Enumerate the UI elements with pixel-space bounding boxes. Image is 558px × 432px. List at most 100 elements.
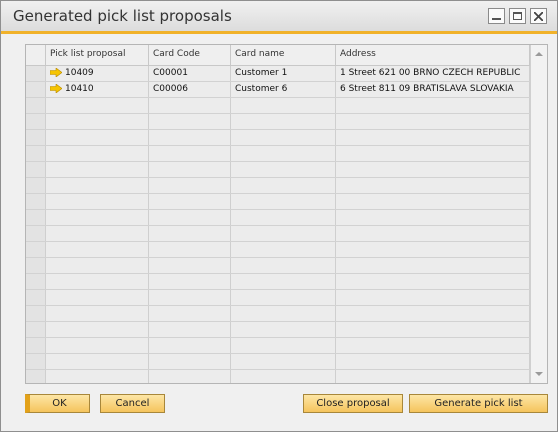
empty-table-row[interactable] xyxy=(26,322,530,338)
empty-cell[interactable] xyxy=(231,98,336,113)
empty-cell[interactable] xyxy=(149,226,231,241)
empty-cell[interactable] xyxy=(231,130,336,145)
empty-cell[interactable] xyxy=(149,114,231,129)
address-header[interactable]: Address xyxy=(336,45,530,65)
empty-cell[interactable] xyxy=(336,114,530,129)
scroll-down-icon[interactable] xyxy=(534,369,544,379)
empty-cell[interactable] xyxy=(46,338,149,353)
empty-cell[interactable] xyxy=(336,162,530,177)
empty-cell[interactable] xyxy=(46,130,149,145)
row-number-cell[interactable] xyxy=(26,258,46,273)
row-number-cell[interactable] xyxy=(26,306,46,321)
empty-cell[interactable] xyxy=(336,242,530,257)
link-arrow-icon[interactable] xyxy=(50,84,62,93)
empty-table-row[interactable] xyxy=(26,242,530,258)
vertical-scrollbar[interactable] xyxy=(530,45,547,383)
row-number-cell[interactable] xyxy=(26,242,46,257)
empty-cell[interactable] xyxy=(46,242,149,257)
row-number-cell[interactable] xyxy=(26,130,46,145)
minimize-icon[interactable] xyxy=(488,8,505,24)
empty-cell[interactable] xyxy=(336,146,530,161)
pick-list-proposal-cell[interactable]: 10409 xyxy=(46,66,149,81)
empty-cell[interactable] xyxy=(46,354,149,369)
cancel-button[interactable]: Cancel xyxy=(100,394,165,413)
close-icon[interactable] xyxy=(530,8,547,24)
row-number-cell[interactable] xyxy=(26,194,46,209)
scroll-up-icon[interactable] xyxy=(534,49,544,59)
empty-cell[interactable] xyxy=(149,162,231,177)
row-number-cell[interactable] xyxy=(26,66,46,81)
empty-cell[interactable] xyxy=(231,178,336,193)
empty-cell[interactable] xyxy=(231,290,336,305)
empty-table-row[interactable] xyxy=(26,370,530,383)
row-number-cell[interactable] xyxy=(26,114,46,129)
empty-cell[interactable] xyxy=(149,146,231,161)
table-row[interactable]: 10410 C00006 Customer 6 6 Street 811 09 … xyxy=(26,82,530,98)
row-number-cell[interactable] xyxy=(26,226,46,241)
empty-cell[interactable] xyxy=(46,258,149,273)
empty-cell[interactable] xyxy=(336,370,530,383)
empty-cell[interactable] xyxy=(336,194,530,209)
empty-table-row[interactable] xyxy=(26,338,530,354)
empty-cell[interactable] xyxy=(46,146,149,161)
empty-table-row[interactable] xyxy=(26,98,530,114)
row-number-cell[interactable] xyxy=(26,178,46,193)
empty-cell[interactable] xyxy=(149,98,231,113)
empty-cell[interactable] xyxy=(231,354,336,369)
pick-list-proposal-header[interactable]: Pick list proposal xyxy=(46,45,149,65)
empty-cell[interactable] xyxy=(336,178,530,193)
table-row[interactable]: 10409 C00001 Customer 1 1 Street 621 00 … xyxy=(26,66,530,82)
empty-table-row[interactable] xyxy=(26,306,530,322)
empty-cell[interactable] xyxy=(336,338,530,353)
empty-cell[interactable] xyxy=(149,258,231,273)
empty-table-row[interactable] xyxy=(26,178,530,194)
row-number-cell[interactable] xyxy=(26,162,46,177)
row-number-cell[interactable] xyxy=(26,210,46,225)
empty-cell[interactable] xyxy=(149,370,231,383)
empty-cell[interactable] xyxy=(231,306,336,321)
empty-table-row[interactable] xyxy=(26,146,530,162)
empty-cell[interactable] xyxy=(231,258,336,273)
empty-table-row[interactable] xyxy=(26,274,530,290)
address-cell[interactable]: 6 Street 811 09 BRATISLAVA SLOVAKIA xyxy=(336,82,530,97)
empty-table-row[interactable] xyxy=(26,226,530,242)
empty-cell[interactable] xyxy=(149,178,231,193)
empty-table-row[interactable] xyxy=(26,354,530,370)
row-number-cell[interactable] xyxy=(26,322,46,337)
empty-cell[interactable] xyxy=(149,194,231,209)
empty-cell[interactable] xyxy=(231,114,336,129)
link-arrow-icon[interactable] xyxy=(50,68,62,77)
empty-cell[interactable] xyxy=(46,322,149,337)
card-code-cell[interactable]: C00006 xyxy=(149,82,231,97)
card-name-header[interactable]: Card name xyxy=(231,45,336,65)
empty-cell[interactable] xyxy=(46,178,149,193)
card-code-header[interactable]: Card Code xyxy=(149,45,231,65)
row-number-cell[interactable] xyxy=(26,274,46,289)
empty-cell[interactable] xyxy=(149,322,231,337)
empty-cell[interactable] xyxy=(336,354,530,369)
row-number-cell[interactable] xyxy=(26,146,46,161)
row-number-cell[interactable] xyxy=(26,354,46,369)
ok-button[interactable]: OK xyxy=(25,394,90,413)
empty-cell[interactable] xyxy=(336,322,530,337)
empty-cell[interactable] xyxy=(46,194,149,209)
empty-cell[interactable] xyxy=(336,210,530,225)
empty-table-row[interactable] xyxy=(26,194,530,210)
empty-cell[interactable] xyxy=(149,354,231,369)
empty-cell[interactable] xyxy=(149,130,231,145)
empty-cell[interactable] xyxy=(149,338,231,353)
address-cell[interactable]: 1 Street 621 00 BRNO CZECH REPUBLIC xyxy=(336,66,530,81)
empty-table-row[interactable] xyxy=(26,210,530,226)
empty-cell[interactable] xyxy=(336,274,530,289)
empty-cell[interactable] xyxy=(46,162,149,177)
row-number-cell[interactable] xyxy=(26,82,46,97)
row-number-cell[interactable] xyxy=(26,290,46,305)
empty-cell[interactable] xyxy=(336,306,530,321)
empty-cell[interactable] xyxy=(149,210,231,225)
empty-cell[interactable] xyxy=(231,194,336,209)
empty-cell[interactable] xyxy=(149,242,231,257)
empty-cell[interactable] xyxy=(336,290,530,305)
empty-cell[interactable] xyxy=(46,290,149,305)
empty-cell[interactable] xyxy=(46,114,149,129)
card-name-cell[interactable]: Customer 1 xyxy=(231,66,336,81)
